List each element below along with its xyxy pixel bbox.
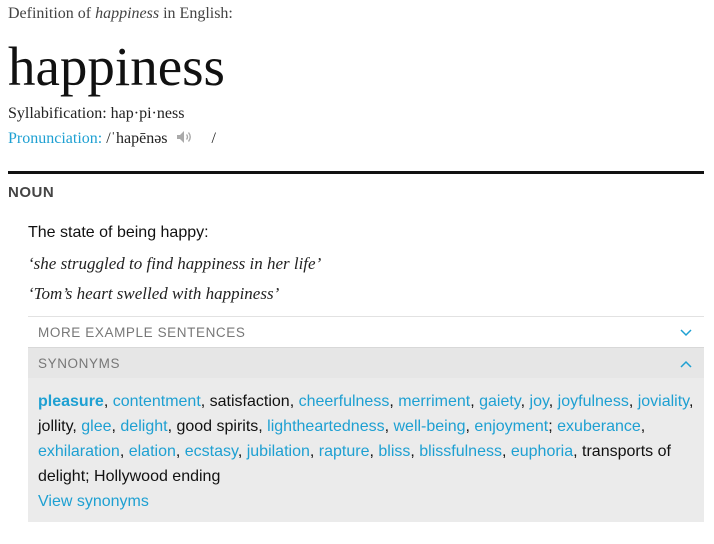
synonym-text: jollity xyxy=(38,418,73,435)
more-examples-label: MORE EXAMPLE SENTENCES xyxy=(38,325,246,340)
syllabification-value: hap·pi·ness xyxy=(110,105,185,122)
synonym-link[interactable]: bliss xyxy=(378,443,410,460)
synonym-link[interactable]: glee xyxy=(81,418,111,435)
synonym-link[interactable]: ecstasy xyxy=(185,443,238,460)
synonym-link[interactable]: lightheartedness xyxy=(267,418,384,435)
synonym-link[interactable]: pleasure xyxy=(38,393,104,410)
sense-definition: The state of being happy: xyxy=(28,224,209,241)
synonym-link[interactable]: well-being xyxy=(393,418,465,435)
headword: happiness xyxy=(8,36,225,97)
synonym-link[interactable]: blissfulness xyxy=(419,443,502,460)
synonym-link[interactable]: joy xyxy=(530,393,549,410)
speaker-icon[interactable] xyxy=(176,130,194,149)
pronunciation-end: / xyxy=(211,130,216,148)
chevron-down-icon xyxy=(680,317,692,348)
synonym-link[interactable]: elation xyxy=(129,443,176,460)
synonym-link[interactable]: joyfulness xyxy=(558,393,629,410)
syllabification: Syllabification: hap·pi·ness xyxy=(8,105,184,123)
definition-heading: Definition of happiness in English: xyxy=(8,5,233,23)
synonym-link[interactable]: jubilation xyxy=(247,443,310,460)
synonym-text: good spirits xyxy=(176,418,259,435)
synonyms-label: SYNONYMS xyxy=(38,356,121,371)
example-sentence: ‘she struggled to find happiness in her … xyxy=(28,254,322,273)
dictionary-entry: Definition of happiness in English: happ… xyxy=(0,0,714,544)
synonym-link[interactable]: contentment xyxy=(113,393,201,410)
divider xyxy=(8,171,704,174)
synonym-link[interactable]: enjoyment xyxy=(474,418,548,435)
synonym-text: satisfaction xyxy=(209,393,290,410)
synonyms-list: pleasure, contentment, satisfaction, che… xyxy=(38,393,694,485)
example-sentence: ‘Tom’s heart swelled with happiness’ xyxy=(28,284,280,303)
synonym-link[interactable]: delight xyxy=(120,418,167,435)
view-synonyms-link[interactable]: View synonyms xyxy=(38,489,694,514)
more-examples-toggle[interactable]: MORE EXAMPLE SENTENCES xyxy=(28,316,704,347)
definition-suffix: in English: xyxy=(163,5,233,22)
pronunciation-value: /ˈhapēnəs xyxy=(106,130,168,148)
pronunciation: Pronunciation: /ˈhapēnəs / xyxy=(8,130,216,149)
synonym-link[interactable]: cheerfulness xyxy=(299,393,390,410)
synonyms-toggle[interactable]: SYNONYMS xyxy=(28,347,704,378)
definition-prefix: Definition of xyxy=(8,5,92,22)
synonym-link[interactable]: merriment xyxy=(398,393,470,410)
synonym-link[interactable]: exhilaration xyxy=(38,443,120,460)
definition-word: happiness xyxy=(95,5,160,22)
synonym-link[interactable]: euphoria xyxy=(511,443,573,460)
synonym-text: Hollywood ending xyxy=(94,468,221,485)
pronunciation-label: Pronunciation: xyxy=(8,130,103,148)
synonym-link[interactable]: rapture xyxy=(319,443,370,460)
synonyms-panel: pleasure, contentment, satisfaction, che… xyxy=(28,378,704,522)
syllabification-label: Syllabification: xyxy=(8,105,107,122)
chevron-up-icon xyxy=(680,348,692,379)
synonym-link[interactable]: exuberance xyxy=(557,418,641,435)
synonym-link[interactable]: joviality xyxy=(638,393,689,410)
synonym-link[interactable]: gaiety xyxy=(479,393,521,410)
part-of-speech: NOUN xyxy=(8,184,55,201)
